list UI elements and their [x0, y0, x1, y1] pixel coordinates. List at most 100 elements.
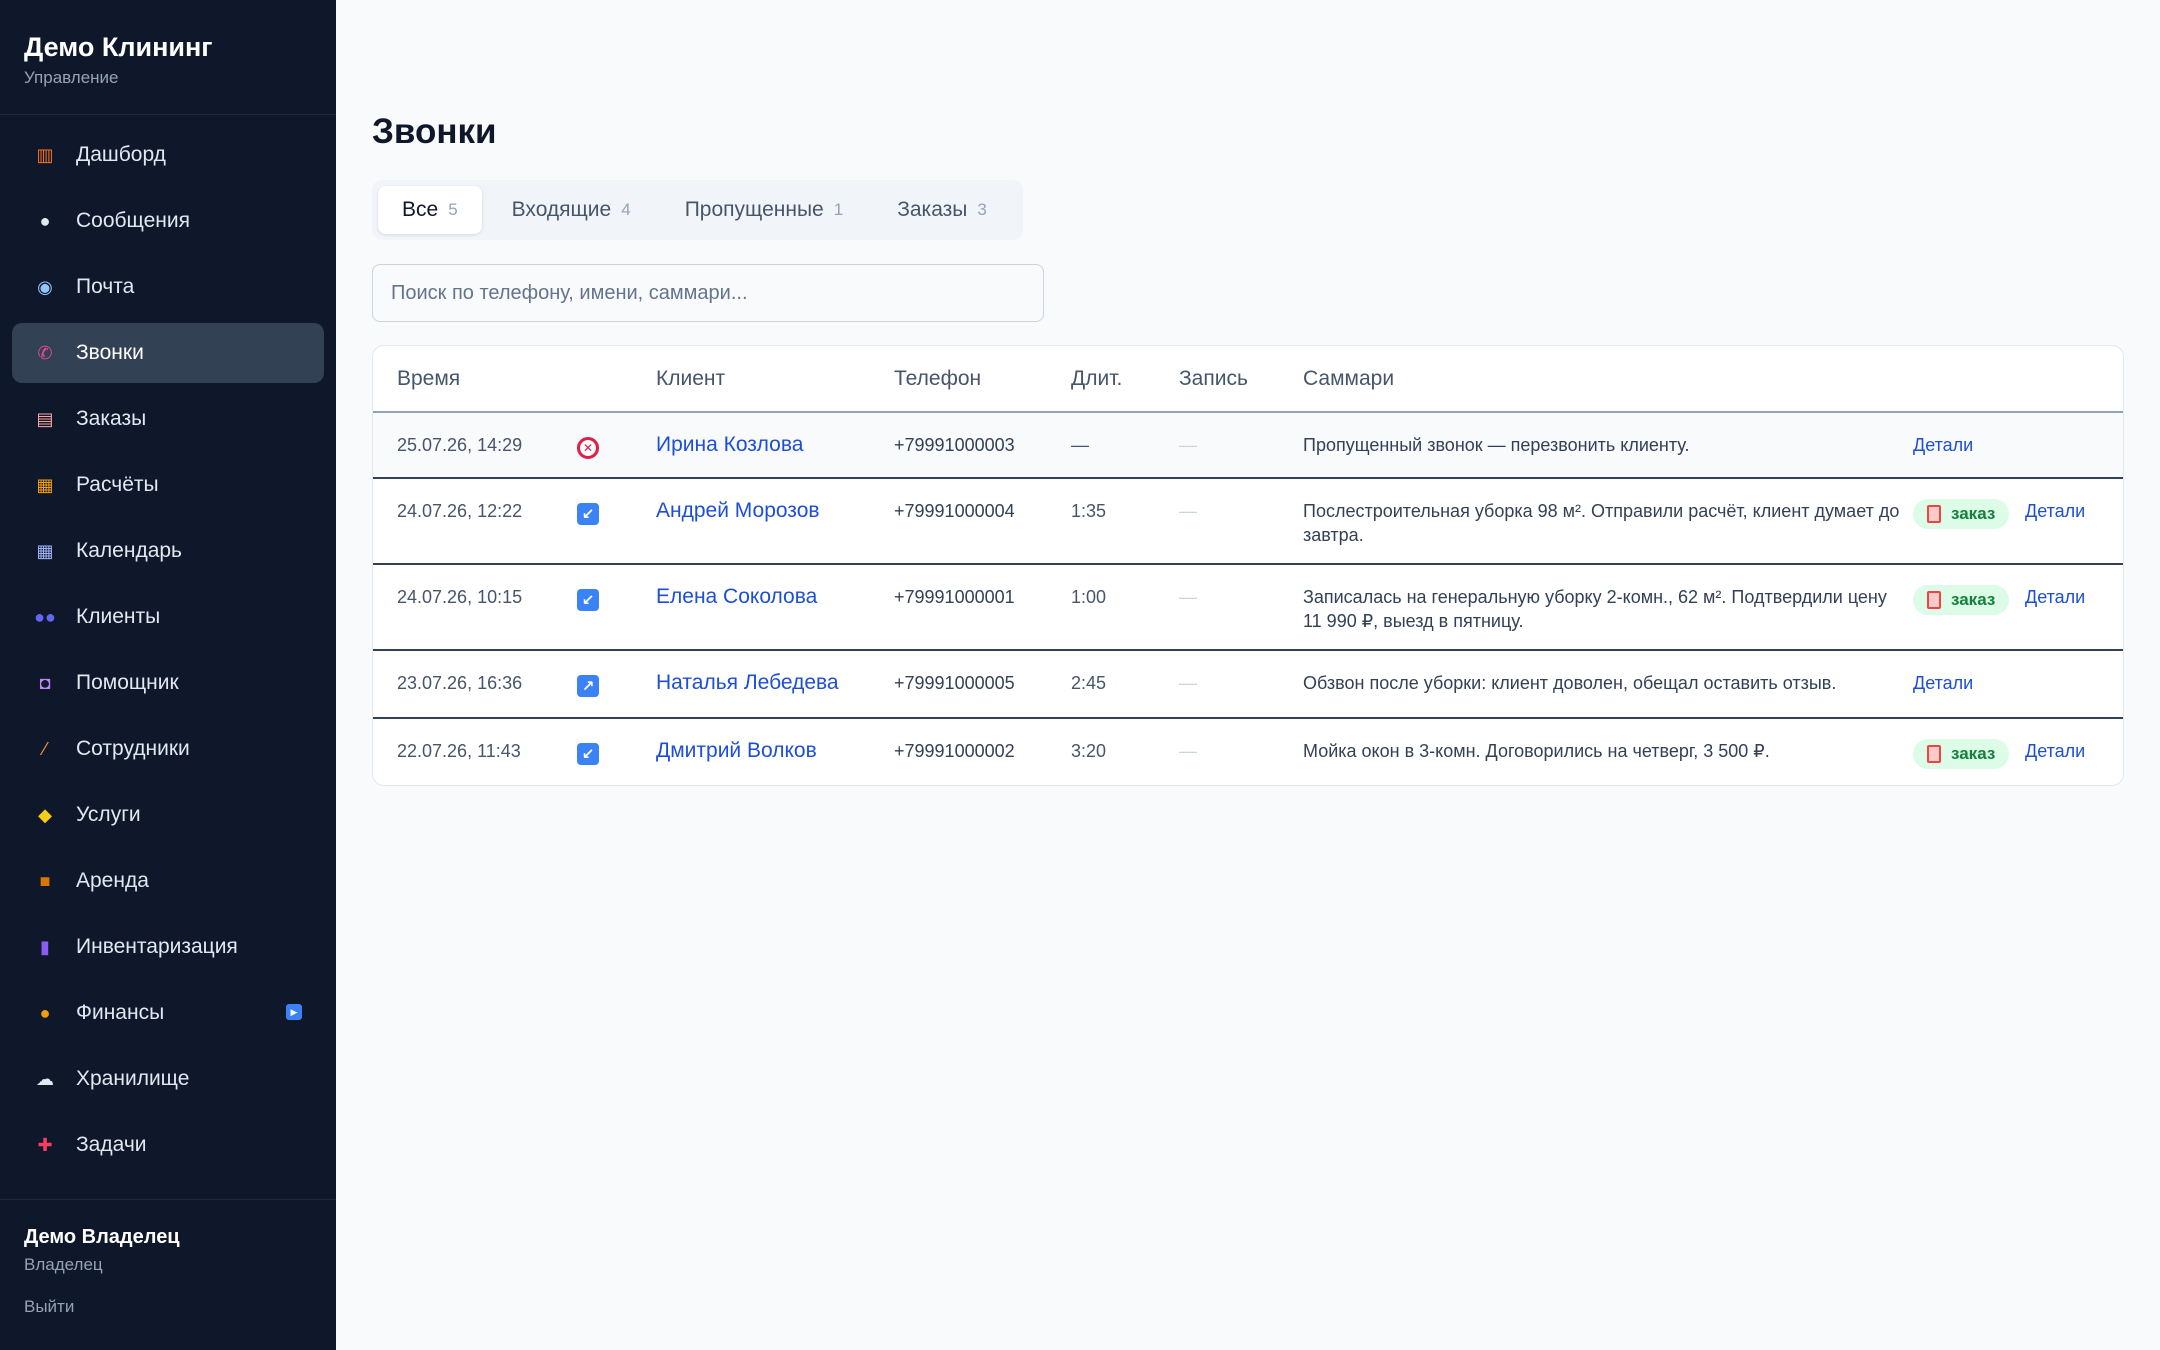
details-link[interactable]: Детали — [1913, 435, 1973, 456]
brand-subtitle: Управление — [24, 68, 119, 87]
tab-2[interactable]: Пропущенные 1 — [661, 186, 867, 234]
call-duration: 3:20 — [1071, 741, 1107, 761]
sidebar-item-0[interactable]: ▥ Дашборд — [12, 125, 324, 185]
header-phone[interactable]: Телефон — [894, 367, 981, 391]
sidebar-item-label: Клиенты — [76, 605, 161, 628]
brand-title: Демо Клининг — [24, 32, 213, 62]
logout-link[interactable]: Выйти — [24, 1297, 312, 1317]
tab-0[interactable]: Все 5 — [378, 186, 482, 234]
phone-number: +79991000001 — [894, 587, 1015, 607]
phone-number: +79991000005 — [894, 673, 1015, 693]
sidebar-item-12[interactable]: ▮ Инвентаризация — [12, 917, 324, 977]
call-time: 23.07.26, 16:36 — [397, 673, 523, 693]
broom-icon: ⁄ — [43, 738, 47, 759]
table-row[interactable]: 22.07.26, 11:43 ↙ Дмитрий Волков +799910000… — [373, 719, 2123, 785]
tab-count: 5 — [448, 200, 458, 219]
sidebar-item-1[interactable]: ● Сообщения — [12, 191, 324, 251]
sidebar-item-label: Сотрудники — [76, 737, 190, 760]
tab-count: 3 — [977, 200, 987, 219]
call-record: — — [1179, 673, 1197, 693]
people-icon: ●● — [34, 606, 56, 627]
client-link[interactable]: Елена Соколова — [656, 585, 817, 609]
sidebar-item-5[interactable]: ▦ Расчёты — [12, 455, 324, 515]
call-summary: Мойка окон в 3-комн. Договорились на чет… — [1303, 741, 1770, 761]
tab-label: Пропущенные — [684, 198, 824, 221]
sidebar-item-label: Инвентаризация — [76, 935, 238, 958]
pin-icon: ✚ — [37, 1134, 53, 1155]
header-client[interactable]: Клиент — [656, 367, 725, 391]
sidebar-item-label: Дашборд — [76, 143, 166, 166]
call-summary: Записалась на генеральную уборку 2-комн.… — [1303, 587, 1887, 631]
sidebar-item-label: Почта — [76, 275, 135, 298]
sidebar-item-label: Расчёты — [76, 473, 159, 496]
client-link[interactable]: Дмитрий Волков — [656, 739, 817, 763]
header-summary[interactable]: Саммари — [1303, 367, 1394, 391]
call-record: — — [1179, 501, 1197, 521]
sidebar-item-6[interactable]: ▦ Календарь — [12, 521, 324, 581]
details-link[interactable]: Детали — [2025, 587, 2085, 608]
sidebar-item-10[interactable]: ◆ Услуги — [12, 785, 324, 845]
sidebar-item-14[interactable]: ☁ Хранилище — [12, 1049, 324, 1109]
order-badge-label: заказ — [1951, 590, 1996, 609]
outgoing-call-icon: ↗ — [577, 675, 599, 697]
incoming-call-icon: ↙ — [577, 589, 599, 611]
call-time: 22.07.26, 11:43 — [397, 741, 521, 761]
clipboard-icon — [1927, 591, 1941, 609]
clipboard-icon — [1927, 745, 1941, 763]
user-block: Демо Владелец Владелец Выйти — [0, 1199, 336, 1350]
speech-bubble-icon: ● — [39, 210, 51, 231]
call-summary: Пропущенный звонок — перезвонить клиенту… — [1303, 435, 1690, 455]
sidebar-item-11[interactable]: ■ Аренда — [12, 851, 324, 911]
table-row[interactable]: 23.07.26, 16:36 ↗ Наталья Лебедева +7999100… — [373, 651, 2123, 719]
table-row[interactable]: 24.07.26, 10:15 ↙ Елена Соколова +799910000… — [373, 565, 2123, 651]
call-duration: 2:45 — [1071, 673, 1107, 693]
incoming-call-icon: ↙ — [577, 743, 599, 765]
missed-call-icon: ✕ — [577, 437, 599, 459]
sidebar: Демо Клининг Управление ▥ Дашборд ● Сообщен… — [0, 0, 336, 1350]
sidebar-item-label: Финансы — [76, 1001, 165, 1024]
play-badge-icon: ▶ — [286, 1004, 302, 1020]
details-link[interactable]: Детали — [1913, 673, 1973, 694]
sidebar-item-label: Помощник — [76, 671, 179, 694]
search-input[interactable] — [372, 264, 1044, 322]
header-time[interactable]: Время — [397, 367, 460, 391]
cloud-icon: ☁ — [36, 1068, 54, 1089]
page-title: Звонки — [372, 112, 497, 151]
details-link[interactable]: Детали — [2025, 741, 2085, 762]
sidebar-item-8[interactable]: ◘ Помощник — [12, 653, 324, 713]
header-record[interactable]: Запись — [1179, 367, 1248, 391]
client-link[interactable]: Наталья Лебедева — [656, 671, 839, 695]
sidebar-item-2[interactable]: ◉ Почта — [12, 257, 324, 317]
details-link[interactable]: Детали — [2025, 501, 2085, 522]
phone-number: +79991000002 — [894, 741, 1015, 761]
sidebar-item-9[interactable]: ⁄ Сотрудники — [12, 719, 324, 779]
abacus-icon: ▦ — [36, 474, 54, 495]
clipboard-icon: ▤ — [36, 408, 54, 429]
sidebar-item-13[interactable]: ● Финансы ▶ — [12, 983, 324, 1043]
call-duration: 1:00 — [1071, 587, 1107, 607]
sidebar-item-3[interactable]: ✆ Звонки — [12, 323, 324, 383]
order-badge[interactable]: заказ — [1913, 585, 2010, 615]
client-link[interactable]: Ирина Козлова — [656, 433, 803, 457]
table-row[interactable]: 24.07.26, 12:22 ↙ Андрей Морозов +799910000… — [373, 479, 2123, 565]
order-badge-label: заказ — [1951, 744, 1996, 763]
call-summary: Послестроительная уборка 98 м². Отправил… — [1303, 501, 1900, 545]
order-badge[interactable]: заказ — [1913, 739, 2010, 769]
money-bag-icon: ● — [39, 1002, 51, 1023]
client-link[interactable]: Андрей Морозов — [656, 499, 820, 523]
mail-icon: ◉ — [37, 276, 53, 297]
brand: Демо Клининг Управление — [0, 0, 336, 115]
sidebar-item-7[interactable]: ●● Клиенты — [12, 587, 324, 647]
call-time: 24.07.26, 10:15 — [397, 587, 523, 607]
header-duration[interactable]: Длит. — [1071, 367, 1122, 391]
sidebar-item-15[interactable]: ✚ Задачи — [12, 1115, 324, 1175]
bar-chart-icon: ▥ — [36, 144, 54, 165]
tab-3[interactable]: Заказы 3 — [873, 186, 1011, 234]
sidebar-item-label: Календарь — [76, 539, 182, 562]
sidebar-item-4[interactable]: ▤ Заказы — [12, 389, 324, 449]
phone-icon: ✆ — [37, 342, 53, 363]
tab-1[interactable]: Входящие 4 — [488, 186, 655, 234]
table-row[interactable]: 25.07.26, 14:29 ✕ Ирина Козлова +7999100000… — [373, 413, 2123, 479]
order-badge[interactable]: заказ — [1913, 499, 2010, 529]
tab-count: 1 — [833, 200, 844, 219]
